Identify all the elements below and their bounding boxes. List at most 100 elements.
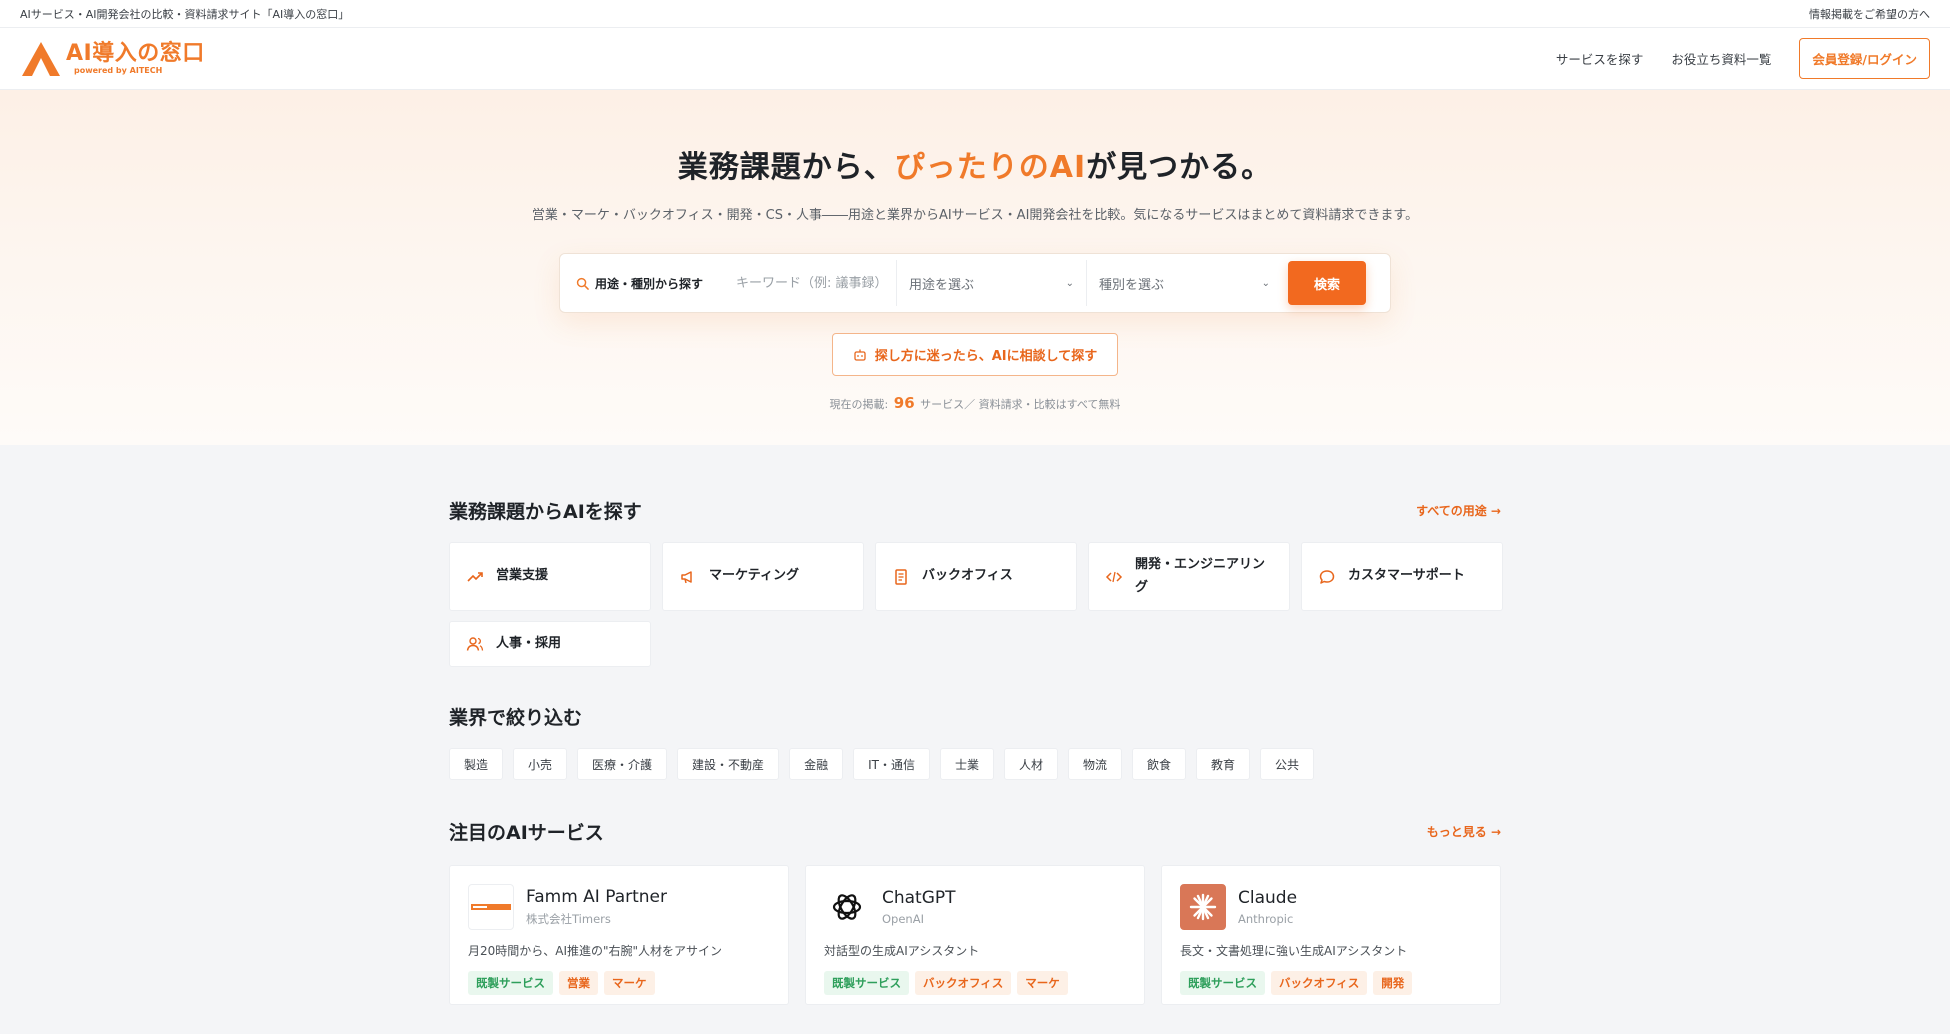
usage-select-value: 用途を選ぶ: [909, 277, 975, 293]
openai-logo-icon: [824, 884, 870, 930]
category-customer-support[interactable]: カスタマーサポート: [1301, 542, 1503, 611]
ai-consult-label: 探し方に迷ったら、AIに相談して探す: [874, 349, 1098, 364]
industry-chip[interactable]: 製造: [449, 748, 504, 780]
megaphone-icon: [681, 570, 692, 583]
service-tag: マーケ: [604, 971, 655, 995]
hero-title-pre: 業務課題から、: [677, 150, 895, 185]
service-tag: バックオフィス: [915, 971, 1012, 995]
chevron-down-icon: ⌄: [1065, 277, 1074, 289]
hero-title-post: が見つかる。: [1086, 150, 1273, 185]
search-bar: 用途・種別から探す 用途を選ぶ ⌄ 種別を選ぶ ⌄ 検索: [559, 253, 1391, 313]
industry-chip[interactable]: 士業: [939, 748, 994, 780]
featured-header: 注目のAIサービス もっと見る →: [449, 818, 1501, 845]
service-tag: バックオフィス: [1271, 971, 1368, 995]
categories-title: 業務課題からAIを探す: [449, 501, 642, 523]
categories-header: 業務課題からAIを探す すべての用途 →: [449, 497, 1501, 524]
industry-chip[interactable]: 小売: [513, 748, 568, 780]
all-usages-link[interactable]: すべての用途 →: [1416, 502, 1501, 519]
ai-consult-button[interactable]: 探し方に迷ったら、AIに相談して探す: [831, 333, 1119, 376]
logo-title: AI導入の窓口: [66, 40, 205, 66]
service-description: 月20時間から、AI推進の"右腕"人材をアサイン: [468, 944, 723, 958]
service-tag: 開発: [1373, 971, 1413, 995]
service-card-chatgpt[interactable]: ChatGPT OpenAI 対話型の生成AIアシスタント 既製サービス バック…: [805, 865, 1145, 1005]
industry-chip[interactable]: 建設・不動産: [677, 748, 780, 780]
service-name: Claude: [1238, 888, 1298, 908]
count-suffix: サービス／ 資料請求・比較はすべて無料: [920, 398, 1121, 411]
search-icon: [576, 277, 589, 290]
category-label: マーケティング: [709, 568, 799, 584]
industry-chips: 製造 小売 医療・介護 建設・不動産 金融 IT・通信 士業 人材 物流 飲食 …: [449, 748, 1501, 780]
service-description: 対話型の生成AIアシスタント: [824, 944, 980, 958]
see-more-link[interactable]: もっと見る →: [1427, 823, 1501, 840]
claude-logo-icon: [1180, 884, 1226, 930]
service-name: Famm AI Partner: [526, 887, 667, 907]
code-icon: [1105, 571, 1123, 582]
usage-select[interactable]: 用途を選ぶ ⌄: [896, 260, 1086, 306]
service-tag: マーケ: [1017, 971, 1068, 995]
site-logo[interactable]: AI導入の窓口 powered by AITECH: [20, 40, 205, 78]
nav-resources[interactable]: お役立ち資料一覧: [1671, 49, 1771, 68]
category-marketing[interactable]: マーケティング: [662, 542, 864, 611]
keyword-input[interactable]: [736, 263, 896, 303]
featured-cards: Famm AI Partner 株式会社Timers 月20時間から、AI推進の…: [449, 865, 1501, 1005]
famm-logo: [468, 884, 514, 930]
trending-up-icon: [467, 571, 483, 582]
industry-chip[interactable]: IT・通信: [853, 748, 930, 780]
hero-title: 業務課題から、ぴったりのAIが見つかる。: [0, 142, 1950, 186]
main-nav: サービスを探す お役立ち資料一覧 会員登録/ログイン: [1556, 38, 1930, 79]
featured-title: 注目のAIサービス: [449, 822, 604, 844]
category-label: 人事・採用: [496, 635, 562, 651]
industry-chip[interactable]: 公共: [1260, 748, 1315, 780]
category-label: カスタマーサポート: [1348, 568, 1465, 584]
industry-chip[interactable]: 人材: [1003, 748, 1058, 780]
search-button[interactable]: 検索: [1288, 261, 1366, 305]
listing-inquiry-link[interactable]: 情報掲載をご希望の方へ: [1809, 6, 1930, 22]
signup-login-button[interactable]: 会員登録/ログイン: [1799, 38, 1930, 79]
industry-chip[interactable]: 教育: [1196, 748, 1251, 780]
category-label: 開発・エンジニアリング: [1135, 557, 1266, 595]
hero-description: 営業・マーケ・バックオフィス・開発・CS・人事――用途と業界からAIサービス・A…: [531, 208, 1419, 223]
service-tag: 営業: [559, 971, 598, 995]
category-label: バックオフィス: [922, 568, 1013, 584]
site-tagline: AIサービス・AI開発会社の比較・資料請求サイト「AI導入の窓口」: [20, 7, 350, 21]
listing-count: 現在の掲載: 96 サービス／ 資料請求・比較はすべて無料: [0, 394, 1950, 412]
industries-title: 業界で絞り込む: [449, 707, 583, 729]
search-label-text: 用途・種別から探す: [595, 276, 704, 291]
service-name: ChatGPT: [882, 888, 956, 908]
category-label: 営業支援: [496, 568, 549, 584]
main-content: 業務課題からAIを探す すべての用途 → 営業支援 マーケティング バックオフィ…: [449, 445, 1503, 1005]
service-company: Anthropic: [1238, 912, 1294, 926]
chevron-down-icon: ⌄: [1261, 277, 1270, 289]
category-back-office[interactable]: バックオフィス: [875, 542, 1077, 611]
industry-chip[interactable]: 金融: [789, 748, 844, 780]
type-select[interactable]: 種別を選ぶ ⌄: [1086, 260, 1282, 306]
service-description: 長文・文書処理に強い生成AIアシスタント: [1180, 944, 1408, 958]
service-tag: 既製サービス: [1180, 971, 1265, 995]
hero-section: 業務課題から、ぴったりのAIが見つかる。 営業・マーケ・バックオフィス・開発・C…: [0, 90, 1950, 445]
industry-chip[interactable]: 飲食: [1132, 748, 1187, 780]
hero-title-accent: ぴったりのAI: [894, 150, 1087, 185]
service-company: OpenAI: [882, 912, 924, 926]
category-hr[interactable]: 人事・採用: [449, 621, 651, 667]
service-tag: 既製サービス: [824, 971, 909, 995]
logo-a-icon: [22, 41, 60, 76]
category-sales[interactable]: 営業支援: [449, 542, 651, 611]
search-label: 用途・種別から探す: [576, 275, 736, 292]
chat-bubble-icon: [1319, 569, 1335, 584]
industry-chip[interactable]: 物流: [1067, 748, 1122, 780]
category-grid: 営業支援 マーケティング バックオフィス 開発・エンジニアリング カスタマーサポ…: [449, 542, 1503, 667]
robot-icon: [854, 349, 866, 361]
service-tag: 既製サービス: [468, 971, 553, 995]
count-number: 96: [893, 394, 915, 412]
document-icon: [895, 568, 907, 585]
service-card-claude[interactable]: Claude Anthropic 長文・文書処理に強い生成AIアシスタント 既製…: [1161, 865, 1501, 1005]
service-company: 株式会社Timers: [526, 912, 611, 926]
category-engineering[interactable]: 開発・エンジニアリング: [1088, 542, 1290, 611]
nav-find-services[interactable]: サービスを探す: [1556, 49, 1644, 68]
service-card-famm[interactable]: Famm AI Partner 株式会社Timers 月20時間から、AI推進の…: [449, 865, 789, 1005]
type-select-value: 種別を選ぶ: [1099, 277, 1165, 293]
top-announce-bar: AIサービス・AI開発会社の比較・資料請求サイト「AI導入の窓口」 情報掲載をご…: [0, 0, 1950, 28]
industry-chip[interactable]: 医療・介護: [577, 748, 668, 780]
users-icon: [466, 637, 484, 651]
site-header: AI導入の窓口 powered by AITECH サービスを探す お役立ち資料…: [0, 28, 1950, 90]
